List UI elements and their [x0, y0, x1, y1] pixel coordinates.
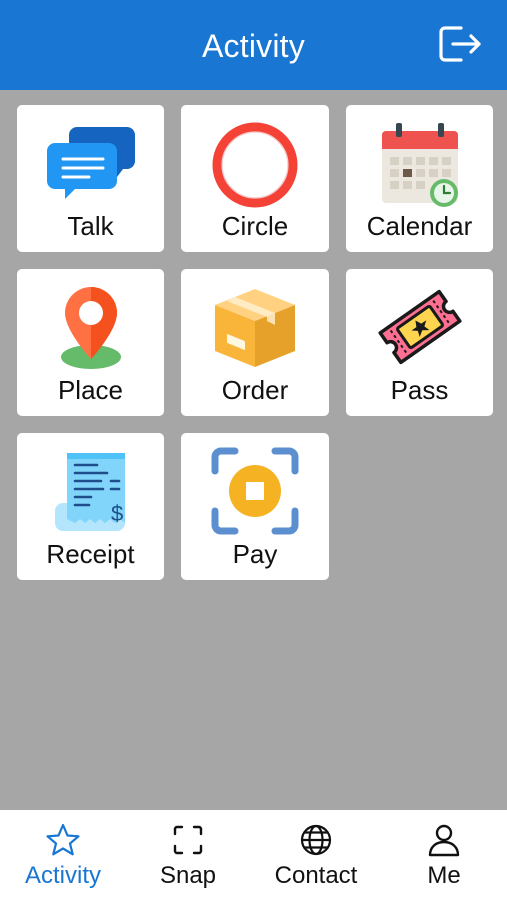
ticket-icon	[377, 289, 462, 365]
tile-label: Place	[57, 375, 124, 405]
activity-grid-area: Talk Circle Calendar Place Order Pass $ …	[0, 90, 507, 810]
tab-label: Snap	[159, 862, 217, 889]
globe-icon	[300, 824, 332, 856]
tab-activity[interactable]: Activity	[0, 810, 126, 900]
tile-pay[interactable]: Pay	[181, 433, 329, 580]
tile-calendar[interactable]: Calendar	[346, 105, 493, 252]
calendar-icon	[381, 123, 458, 207]
tab-snap[interactable]: Snap	[125, 810, 251, 900]
logout-button[interactable]	[437, 24, 485, 64]
tab-contact[interactable]: Contact	[253, 810, 379, 900]
tile-label: Talk	[67, 211, 114, 241]
svg-text:$: $	[111, 501, 123, 526]
tile-label: Pass	[390, 375, 449, 405]
tab-label: Activity	[24, 862, 101, 889]
person-icon	[428, 824, 460, 857]
circle-icon	[212, 122, 298, 208]
package-box-icon	[215, 289, 295, 367]
chat-bubbles-icon	[46, 127, 135, 199]
tile-talk[interactable]: Talk	[17, 105, 164, 252]
tile-order[interactable]: Order	[181, 269, 329, 416]
app-header: Activity	[0, 0, 507, 90]
tab-me[interactable]: Me	[381, 810, 507, 900]
activity-grid: Talk Circle Calendar Place Order Pass $ …	[17, 105, 493, 580]
tile-label: Order	[221, 375, 289, 405]
tile-pass[interactable]: Pass	[346, 269, 493, 416]
logout-icon	[439, 26, 481, 62]
tile-label: Calendar	[366, 211, 473, 241]
tile-label: Pay	[232, 539, 278, 569]
tab-label: Me	[427, 862, 461, 889]
scan-pay-icon	[211, 447, 299, 535]
bottom-tab-bar: Activity Snap Contact Me	[0, 810, 507, 900]
star-icon	[46, 823, 80, 856]
tile-label: Circle	[221, 211, 289, 241]
tile-receipt[interactable]: $ Receipt	[17, 433, 164, 580]
page-title: Activity	[202, 28, 305, 64]
receipt-icon: $	[54, 453, 125, 531]
location-pin-icon	[60, 287, 121, 369]
tab-label: Contact	[274, 862, 358, 889]
scan-frame-icon	[173, 825, 203, 855]
tile-circle[interactable]: Circle	[181, 105, 329, 252]
tile-place[interactable]: Place	[17, 269, 164, 416]
tile-label: Receipt	[46, 539, 135, 569]
